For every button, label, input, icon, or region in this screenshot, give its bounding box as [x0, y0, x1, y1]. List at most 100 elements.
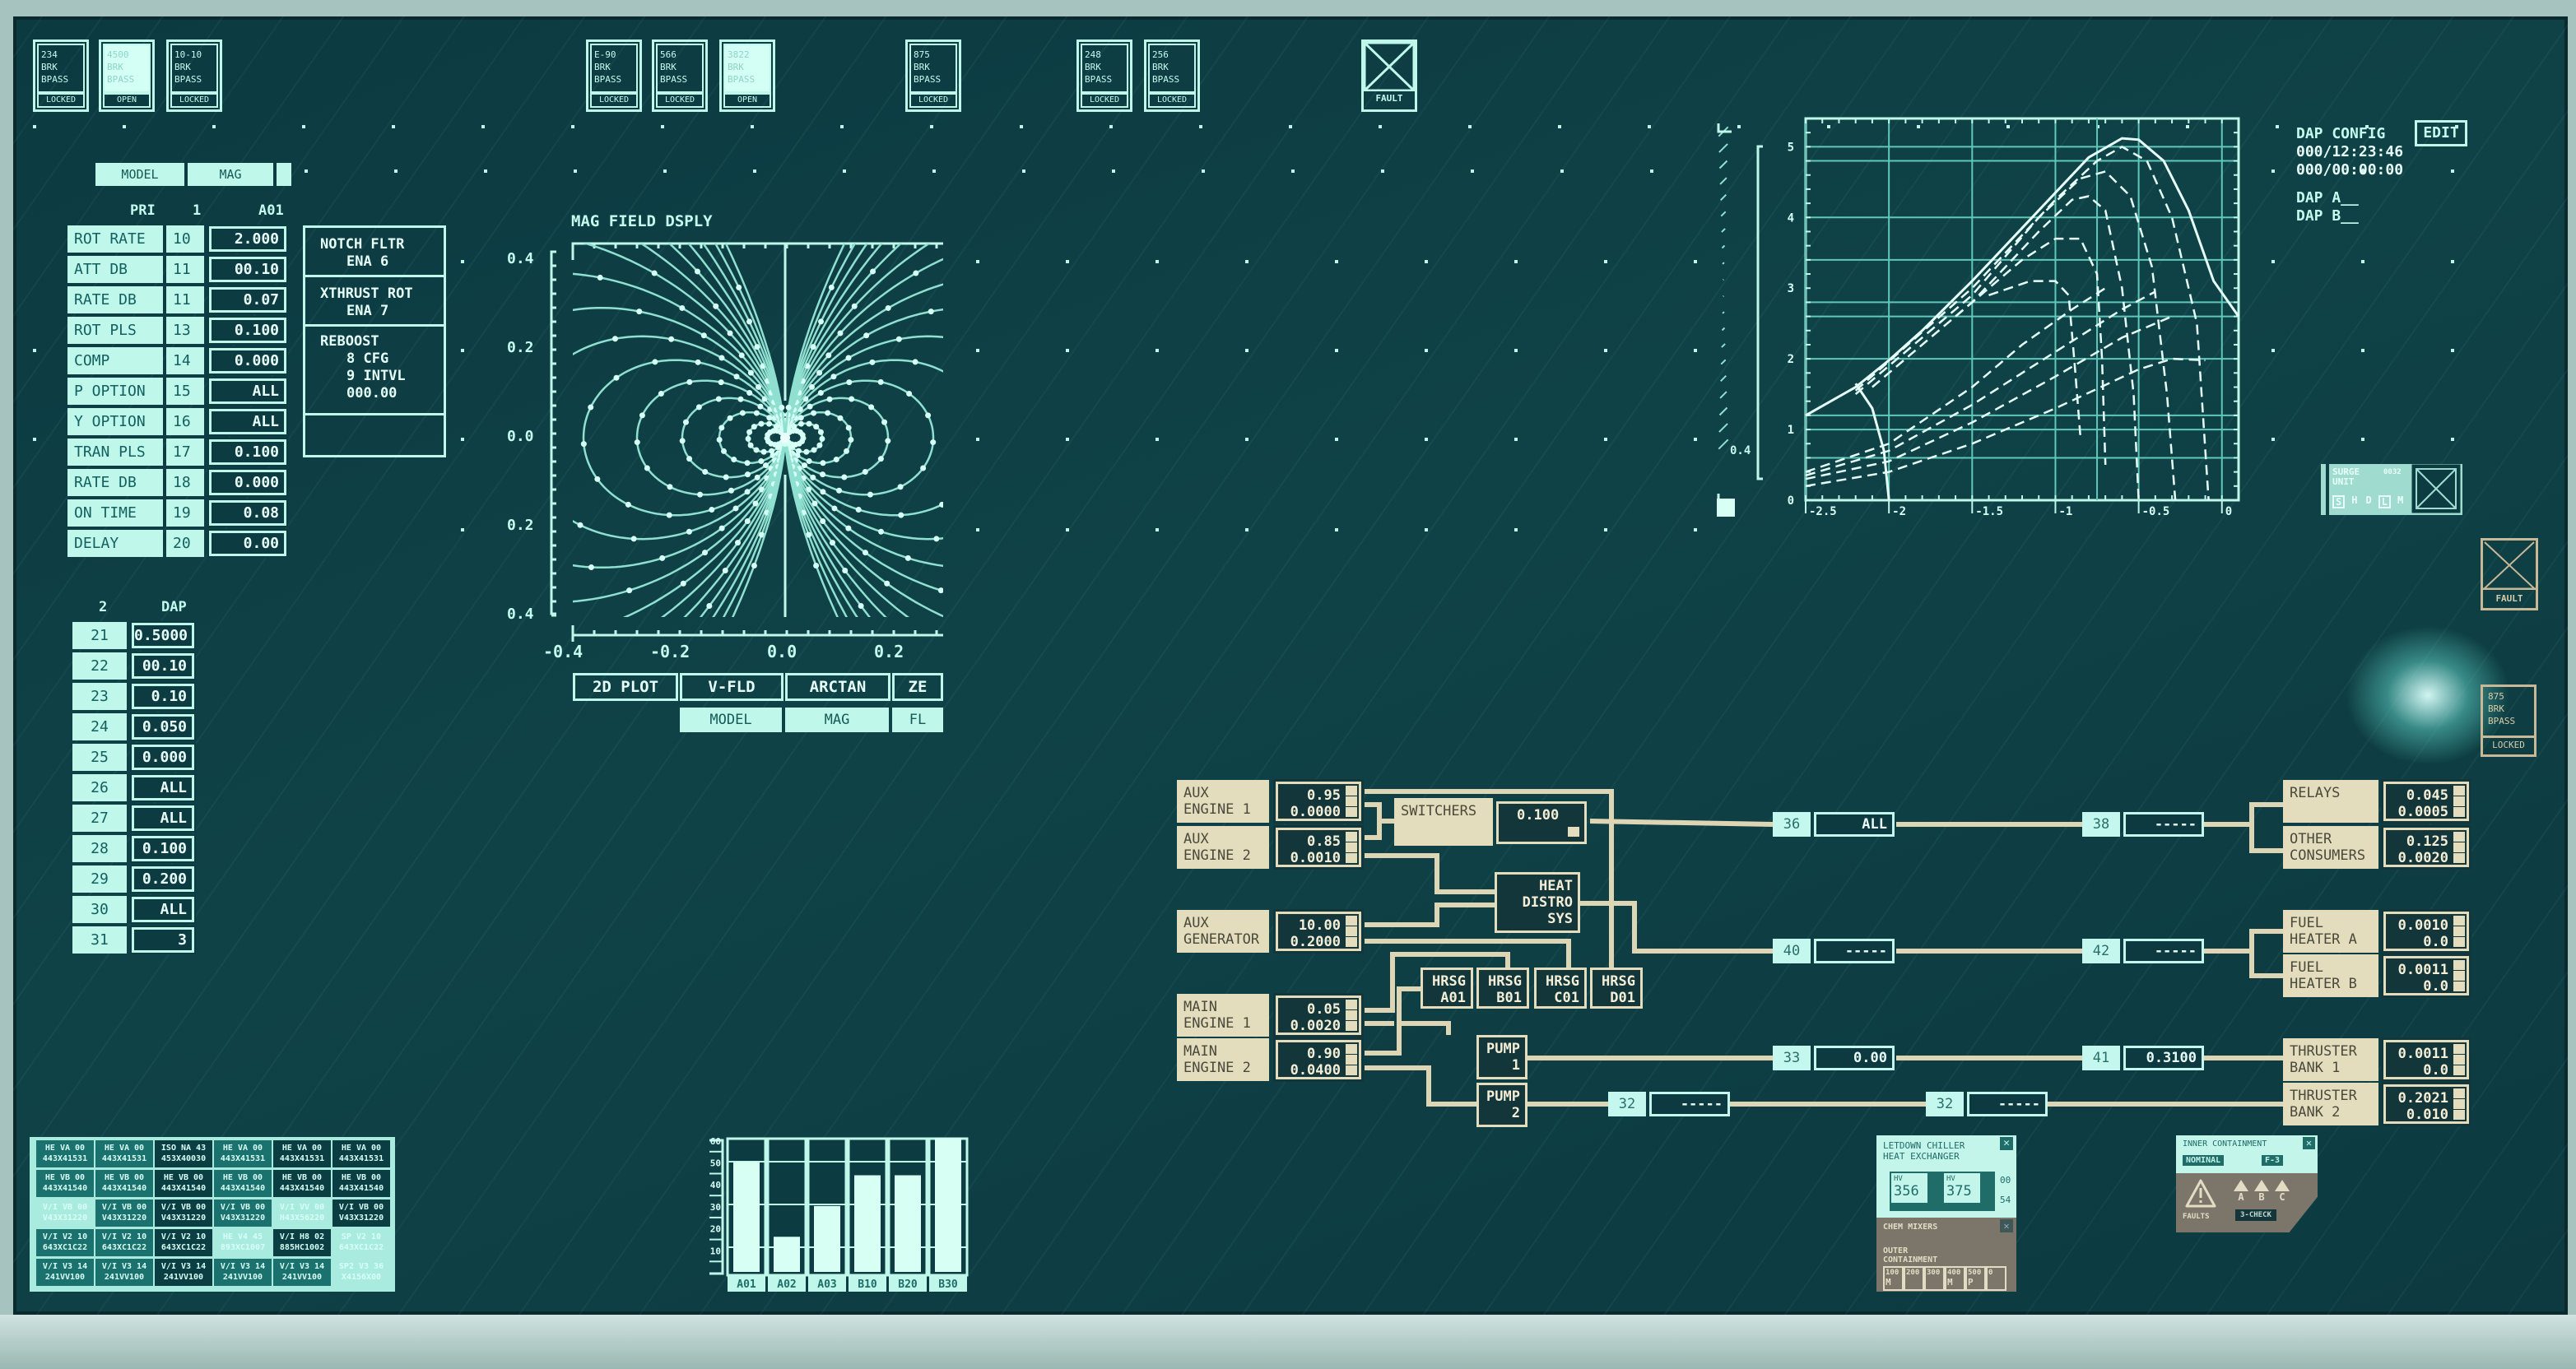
node-id-36: 36: [1773, 812, 1811, 837]
consumer-label-5: THRUSTER BANK 2: [2283, 1083, 2378, 1125]
source-value[interactable]: 0.90 0.0400: [1273, 1037, 1364, 1082]
cell-value: 200: [1906, 1269, 1920, 1277]
node-value-field[interactable]: -----: [1649, 1092, 1730, 1116]
containment-cell[interactable]: 400 M: [1945, 1266, 1965, 1291]
node-value-field[interactable]: -----: [2123, 812, 2204, 837]
switchers-value-text: 0.100: [1517, 807, 1560, 824]
value-indicator: [2453, 796, 2465, 806]
node-value-field[interactable]: -----: [1967, 1092, 2048, 1116]
node-value-field[interactable]: -----: [1814, 939, 1895, 963]
containment-cell[interactable]: 500 P: [1965, 1266, 1986, 1291]
consumer-value[interactable]: 0.125 0.0020: [2381, 825, 2471, 870]
heat-distro-box[interactable]: HEAT DISTRO SYS: [1495, 872, 1580, 933]
node-value-field[interactable]: -----: [2123, 939, 2204, 963]
code-badge: F-3: [2262, 1155, 2284, 1166]
outer-2: CONTAINMENT: [1883, 1255, 1938, 1265]
value-indicator: [1568, 827, 1579, 837]
source-line-2: GENERATOR: [1183, 931, 1260, 948]
chem-title: CHEM MIXERS: [1883, 1223, 1938, 1232]
source-value[interactable]: 0.95 0.0000: [1273, 779, 1364, 824]
consumer-line-1: OTHER: [2290, 831, 2332, 847]
value-indicator: [1346, 1010, 1357, 1020]
heat-line: SYS: [1547, 911, 1573, 927]
consumer-value-2: 0.0005: [2397, 804, 2448, 820]
value-indicator: [2453, 1099, 2465, 1109]
source-value[interactable]: 0.05 0.0020: [1273, 993, 1364, 1037]
consumer-value[interactable]: 0.0010 0.0: [2381, 909, 2471, 954]
consumer-value[interactable]: 0.045 0.0005: [2381, 779, 2471, 824]
value-indicator: [2453, 832, 2465, 842]
source-line-2: ENGINE 2: [1183, 847, 1251, 864]
wire: [2249, 802, 2283, 853]
hrsg-line-2: C01: [1554, 990, 1579, 1006]
node-value-field[interactable]: 0.3100: [2123, 1046, 2204, 1070]
close-icon[interactable]: ✕: [2000, 1219, 2013, 1232]
wire: [1365, 1065, 1476, 1107]
source-label-3: MAIN ENGINE 1: [1177, 994, 1269, 1037]
consumer-value-1: 0.2021: [2397, 1090, 2448, 1107]
value-indicator: [2453, 1088, 2465, 1098]
heat-line: HEAT: [1539, 878, 1573, 894]
hv-gauge-1: HV 356: [1891, 1173, 1927, 1203]
source-value-1: 0.95: [1307, 787, 1341, 804]
inner-faults-area: FAULTS A B C 3-CHECK: [2176, 1173, 2318, 1232]
containment-cell[interactable]: 300: [1924, 1266, 1945, 1291]
pump-box[interactable]: PUMP 1: [1476, 1035, 1527, 1079]
hrsg-line-2: B01: [1496, 990, 1522, 1006]
node-id-32: 32: [1926, 1092, 1964, 1116]
outer-1: OUTER: [1883, 1246, 1909, 1255]
switchers-value[interactable]: 0.100: [1496, 801, 1587, 844]
hv-value-2: 375: [1946, 1183, 1972, 1200]
value-indicator: [1346, 1021, 1357, 1031]
value-indicator: [1346, 842, 1357, 852]
cell-flag: M: [1886, 1277, 1891, 1288]
source-label-4: MAIN ENGINE 2: [1177, 1038, 1269, 1081]
pump-box[interactable]: PUMP 2: [1476, 1083, 1527, 1127]
value-indicator: [2453, 937, 2465, 947]
check-A: A: [2232, 1180, 2250, 1203]
letdown-title-2: HEAT EXCHANGER: [1883, 1151, 1960, 1162]
letdown-chiller-panel: LETDOWN CHILLER HEAT EXCHANGER ✕ HV 356 H…: [1876, 1135, 2016, 1218]
value-indicator: [2453, 1065, 2465, 1075]
source-value[interactable]: 0.85 0.0010: [1273, 825, 1364, 870]
source-value-1: 10.00: [1298, 917, 1341, 934]
value-indicator: [2453, 1044, 2465, 1054]
consumer-value[interactable]: 0.2021 0.010: [2381, 1082, 2471, 1126]
source-label-0: AUX ENGINE 1: [1177, 780, 1269, 823]
source-line-1: AUX: [1183, 785, 1209, 801]
source-value[interactable]: 10.00 0.2000: [1273, 909, 1364, 954]
status-badge: NOMINAL: [2183, 1155, 2225, 1166]
source-value-2: 0.0020: [1290, 1018, 1341, 1034]
containment-cell[interactable]: 200: [1904, 1266, 1924, 1291]
source-line-1: AUX: [1183, 831, 1209, 847]
value-indicator: [1346, 916, 1357, 926]
node-value-field[interactable]: ALL: [1814, 812, 1895, 837]
consumer-line-2: HEATER B: [2290, 976, 2357, 992]
close-icon[interactable]: ✕: [2303, 1137, 2315, 1149]
consumer-value-1: 0.0011: [2397, 962, 2448, 978]
hrsg-box[interactable]: HRSG C01: [1534, 968, 1587, 1009]
three-check-button[interactable]: 3-CHECK: [2235, 1209, 2276, 1221]
value-indicator: [1346, 1065, 1357, 1075]
source-value-1: 0.05: [1307, 1001, 1341, 1018]
hrsg-box[interactable]: HRSG D01: [1590, 968, 1643, 1009]
hrsg-box[interactable]: HRSG A01: [1421, 968, 1473, 1009]
source-value-1: 0.90: [1307, 1046, 1341, 1062]
hrsg-box[interactable]: HRSG B01: [1476, 968, 1529, 1009]
containment-cell[interactable]: 0: [1986, 1266, 2006, 1291]
node-value-field[interactable]: 0.00: [1814, 1046, 1895, 1070]
close-icon[interactable]: ✕: [2000, 1137, 2013, 1150]
source-line-1: AUX: [1183, 915, 1209, 931]
source-line-2: ENGINE 1: [1183, 801, 1251, 818]
value-indicator: [2453, 1055, 2465, 1065]
inner-title: INNER CONTAINMENT: [2183, 1139, 2267, 1149]
switchers-label: SWITCHERS: [1394, 798, 1493, 846]
containment-cell[interactable]: 100 M: [1883, 1266, 1904, 1291]
value-indicator: [2453, 786, 2465, 796]
source-value-2: 0.0400: [1290, 1062, 1341, 1079]
consumer-value[interactable]: 0.0011 0.0: [2381, 954, 2471, 998]
consumer-value[interactable]: 0.0011 0.0: [2381, 1037, 2471, 1082]
consumer-label-3: FUEL HEATER B: [2283, 954, 2378, 997]
wire: [1365, 853, 1495, 894]
consumer-line-1: RELAYS: [2290, 785, 2341, 801]
